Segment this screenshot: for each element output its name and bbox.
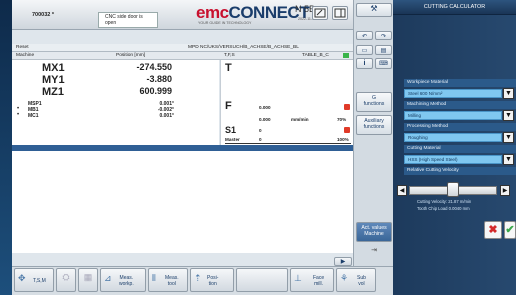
vertical-softkey-column: ⚒ ↶ ↷ ▭ ▤ i ⌨ G functions Auxiliary func… [353, 0, 393, 295]
auxiliary-functions-button[interactable]: Auxiliary functions [356, 115, 392, 135]
feed-label: F [225, 100, 232, 112]
position-icon: ⇡ [194, 273, 202, 283]
disabled-icon: ▦ [83, 272, 93, 282]
override-scale-line [225, 143, 351, 144]
axis-name: MY1 [42, 74, 65, 86]
dropdown-arrow-icon[interactable]: ▼ [503, 132, 514, 143]
save-icon[interactable]: ▤ [375, 45, 392, 55]
logo-slogan: YOUR GUIDE IN TECHNOLOGY [198, 21, 252, 25]
tsm-icon: ✥ [18, 273, 26, 283]
tool-label: T [225, 62, 232, 74]
machine-column-header: Machine [16, 53, 35, 58]
position-column-header: Position [mm] [116, 53, 146, 58]
tools-icon[interactable]: ⚒ [356, 3, 392, 17]
g-functions-button[interactable]: G functions [356, 92, 392, 112]
spindle-name: MC1 [28, 113, 39, 119]
feed-unit: mm/min [291, 117, 309, 122]
feed-value: 0.000 [259, 105, 271, 110]
face-mill-icon: ⊥ [294, 273, 302, 283]
velocity-slider-thumb[interactable] [447, 182, 459, 197]
master-value: 0 [259, 137, 262, 142]
edit-icon[interactable] [312, 6, 328, 20]
dropdown-arrow-icon[interactable]: ▼ [503, 110, 514, 121]
axis-name: MX1 [42, 62, 65, 74]
table-status-indicator [343, 53, 349, 58]
emconnect-logo: emcCONNECT [196, 3, 310, 22]
act-values-machine-button[interactable]: Act. values Machine [356, 222, 392, 242]
feed-override: 70% [337, 117, 347, 122]
spindle-alarm-indicator [344, 127, 350, 133]
undo-icon[interactable]: ↶ [356, 31, 373, 40]
alarm-number: 700032 * [32, 12, 55, 18]
slider-right-arrow-icon[interactable]: ▶ [500, 185, 510, 196]
disabled-softkey-1[interactable]: ⛭ [56, 268, 76, 292]
redo-icon[interactable]: ↷ [375, 31, 392, 40]
slider-left-arrow-icon[interactable]: ◀ [397, 185, 407, 196]
machining-method-label: Machining Method [404, 101, 516, 109]
program-path: MPD NC/UKS/VERSUCH/B_ACHSE/B_ACHSE_BL [188, 45, 299, 50]
master-override: 100% [337, 137, 349, 142]
info-icon[interactable]: i [356, 58, 373, 69]
calculator-title: CUTTING CALCULATOR [393, 0, 516, 15]
meas-tool-button[interactable]: ⫴ Meas. tool [148, 268, 188, 292]
tfs-column-header: T,F,S [224, 53, 235, 58]
program-path-bar: Reset MPD NC/UKS/VERSUCH/B_ACHSE/B_ACHSE… [12, 44, 353, 52]
dropdown-arrow-icon[interactable]: ▼ [503, 154, 514, 165]
axis-name: MZ1 [42, 86, 64, 98]
left-edge-strip [0, 0, 12, 295]
keyboard-icon[interactable]: ⌨ [375, 58, 392, 69]
disabled-icon: ⛭ [62, 272, 70, 282]
feed-rate: 0.000 [259, 117, 271, 122]
header-bar: 700032 * CNC side door is open emcCONNEC… [12, 0, 386, 30]
processing-method-select[interactable]: Roughing [404, 133, 502, 142]
measure-workpiece-icon: ⊿ [104, 273, 112, 283]
spindle-value: 0.001° [159, 113, 174, 119]
next-page-icon[interactable]: ⇥ [356, 246, 392, 260]
cutting-velocity-result: Cutting Velocity: 21.87 m/min [417, 199, 472, 204]
meas-workpiece-button[interactable]: ⊿ Meas. workp. [100, 268, 146, 292]
processing-method-label: Processing Method [404, 123, 516, 131]
master-label: Master [225, 137, 240, 142]
dropdown-arrow-icon[interactable]: ▼ [503, 88, 514, 99]
cutting-material-label: Cutting Material [404, 145, 516, 153]
axis-value: -3.880 [146, 74, 172, 84]
face-milling-button[interactable]: ⊥ Face mill. [290, 268, 334, 292]
relative-velocity-label: Relative Cutting Velocity [404, 167, 516, 175]
tfs-info-panel: T F 0.000 0.000 mm/min 70% S1 0 Master 0… [220, 60, 353, 145]
alarm-message[interactable]: CNC side door is open [98, 12, 158, 28]
workpiece-material-label: Workpiece Material [404, 79, 516, 87]
machining-method-select[interactable]: Milling [404, 111, 502, 120]
tooth-chip-load-result: Tooth Chip Load 0.0040 mm [417, 206, 470, 211]
feed-alarm-indicator [344, 104, 350, 110]
cutting-calculator-panel: CUTTING CALCULATOR Workpiece Material St… [393, 0, 516, 295]
workpiece-material-select[interactable]: Steel 600 N/mm² [404, 89, 502, 98]
axis-value: -274.550 [136, 62, 172, 72]
reset-status: Reset [16, 45, 29, 50]
window-icon[interactable] [332, 6, 348, 20]
confirm-button[interactable]: ✔ [504, 221, 516, 239]
tsm-button[interactable]: ✥ T,S,M [14, 268, 54, 292]
spindle-value: 0 [259, 128, 262, 133]
axis-value: 600.999 [139, 86, 172, 96]
axis-position-panel: MX1 -274.550 MY1 -3.880 MZ1 600.999 MSP1… [12, 60, 219, 145]
disabled-softkey-2[interactable]: ▦ [78, 268, 98, 292]
screen-icon[interactable]: ▭ [356, 45, 373, 55]
measure-tool-icon: ⫴ [152, 273, 156, 283]
sub-vol-button[interactable]: ⚘ Sub vol [336, 268, 376, 292]
bullet-dot: • [17, 112, 20, 118]
cutting-material-select[interactable]: HSS (High Speed Steel) [404, 155, 502, 164]
sub-vol-icon: ⚘ [340, 273, 349, 283]
empty-softkey[interactable] [236, 268, 288, 292]
position-button[interactable]: ⇡ Posi- tion [190, 268, 234, 292]
next-softkeys-button[interactable]: ▶ [334, 257, 352, 266]
spindle-label: S1 [225, 125, 237, 135]
work-area [12, 151, 353, 253]
cancel-button[interactable]: ✖ [484, 221, 502, 239]
coordinate-header: Machine Position [mm] T,F,S TABLE_B_C [12, 52, 353, 60]
table-name: TABLE_B_C [302, 53, 329, 58]
